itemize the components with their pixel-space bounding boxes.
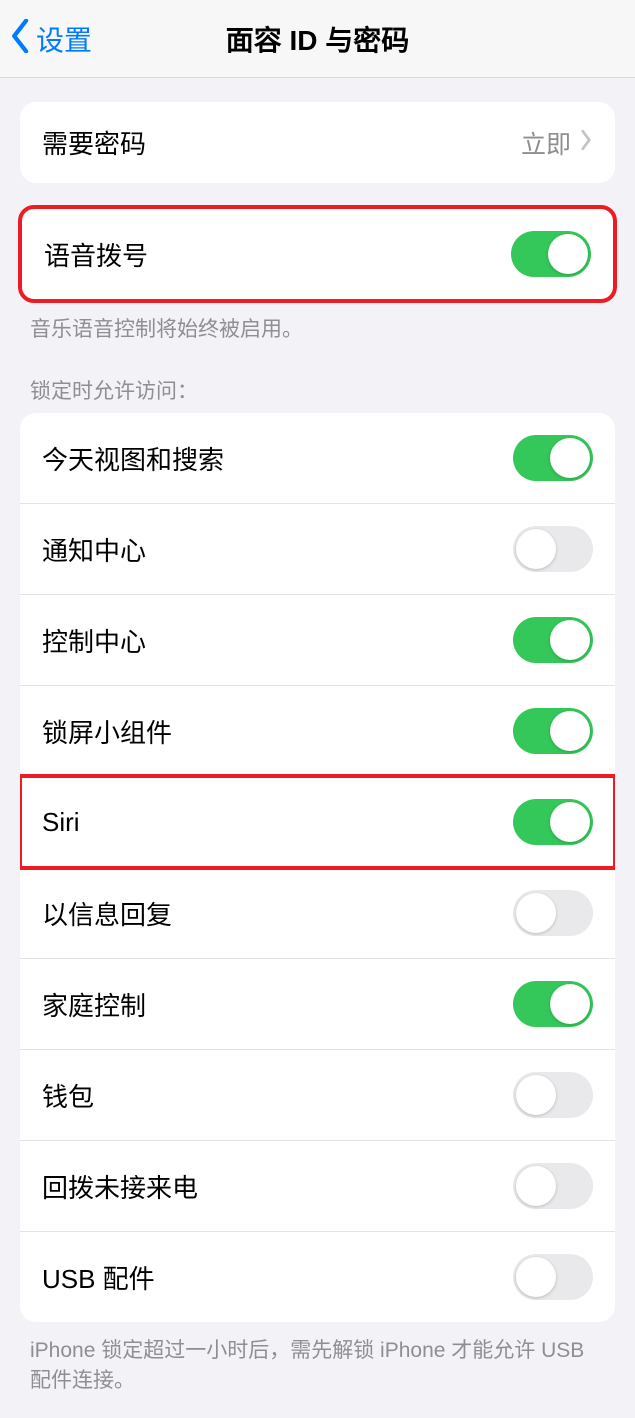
- home-control-toggle[interactable]: [513, 981, 593, 1027]
- page-title: 面容 ID 与密码: [226, 19, 410, 59]
- reply-with-message-toggle[interactable]: [513, 890, 593, 936]
- siri-label: Siri: [42, 807, 513, 838]
- usb-accessories-label: USB 配件: [42, 1259, 513, 1296]
- control-center-toggle[interactable]: [513, 617, 593, 663]
- wallet-toggle[interactable]: [513, 1072, 593, 1118]
- usb-accessories-row: USB 配件: [20, 1231, 615, 1322]
- today-view-label: 今天视图和搜索: [42, 440, 513, 477]
- require-passcode-section: 需要密码 立即: [20, 102, 615, 183]
- header: 设置 面容 ID 与密码: [0, 0, 635, 78]
- siri-row: Siri: [20, 776, 615, 867]
- voice-dial-section: 语音拨号: [18, 205, 617, 303]
- home-control-row: 家庭控制: [20, 958, 615, 1049]
- notification-center-toggle[interactable]: [513, 526, 593, 572]
- siri-toggle[interactable]: [513, 799, 593, 845]
- lock-access-header: 锁定时允许访问：: [30, 375, 605, 405]
- home-control-label: 家庭控制: [42, 986, 513, 1023]
- control-center-label: 控制中心: [42, 622, 513, 659]
- require-passcode-row[interactable]: 需要密码 立即: [20, 102, 615, 183]
- wallet-label: 钱包: [42, 1077, 513, 1114]
- control-center-row: 控制中心: [20, 594, 615, 685]
- reply-with-message-label: 以信息回复: [42, 895, 513, 932]
- back-button[interactable]: 设置: [10, 19, 92, 59]
- require-passcode-value: 立即: [521, 125, 571, 161]
- voice-dial-label: 语音拨号: [44, 236, 511, 273]
- usb-accessories-toggle[interactable]: [513, 1254, 593, 1300]
- back-label: 设置: [36, 19, 92, 59]
- notification-center-label: 通知中心: [42, 531, 513, 568]
- voice-dial-toggle[interactable]: [511, 231, 591, 277]
- voice-dial-footnote: 音乐语音控制将始终被启用。: [30, 313, 605, 343]
- voice-dial-row: 语音拨号: [22, 209, 613, 299]
- chevron-left-icon: [10, 19, 32, 58]
- today-view-row: 今天视图和搜索: [20, 413, 615, 503]
- return-missed-calls-row: 回拨未接来电: [20, 1140, 615, 1231]
- reply-with-message-row: 以信息回复: [20, 867, 615, 958]
- lock-screen-widgets-label: 锁屏小组件: [42, 713, 513, 750]
- notification-center-row: 通知中心: [20, 503, 615, 594]
- chevron-right-icon: [579, 127, 593, 158]
- lock-screen-widgets-row: 锁屏小组件: [20, 685, 615, 776]
- require-passcode-label: 需要密码: [42, 124, 521, 161]
- lock-screen-widgets-toggle[interactable]: [513, 708, 593, 754]
- today-view-toggle[interactable]: [513, 435, 593, 481]
- wallet-row: 钱包: [20, 1049, 615, 1140]
- usb-accessories-footnote: iPhone 锁定超过一小时后，需先解锁 iPhone 才能允许 USB 配件连…: [30, 1334, 605, 1394]
- return-missed-calls-label: 回拨未接来电: [42, 1168, 513, 1205]
- lock-access-section: 今天视图和搜索 通知中心 控制中心 锁屏小组件 Siri 以信息回复 家庭控制 …: [20, 413, 615, 1322]
- return-missed-calls-toggle[interactable]: [513, 1163, 593, 1209]
